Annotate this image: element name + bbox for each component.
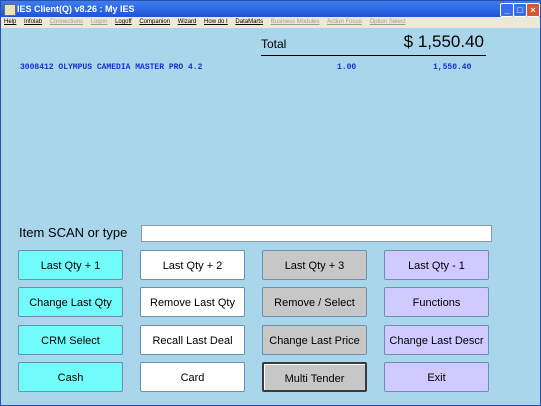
scan-input[interactable] [141, 225, 492, 242]
window-title: IES Client(Q) v8.26 : My IES [17, 4, 135, 14]
total-divider [261, 55, 486, 56]
total-label: Total [261, 37, 287, 51]
menu-help[interactable]: Help [4, 19, 16, 25]
remove-last-qty-button[interactable]: Remove Last Qty [140, 287, 245, 317]
menu-logon: Logon [90, 19, 108, 25]
exit-button[interactable]: Exit [384, 362, 489, 392]
last-qty-minus-1-button[interactable]: Last Qty - 1 [384, 250, 489, 280]
menu-logoff[interactable]: Logoff [115, 19, 132, 25]
total-value: $ 1,550.40 [403, 32, 484, 51]
line-item-amount: 1,550.40 [433, 63, 472, 72]
remove-select-button[interactable]: Remove / Select [262, 287, 367, 317]
maximize-icon[interactable]: □ [513, 3, 527, 17]
change-last-price-button[interactable]: Change Last Price [262, 325, 367, 355]
close-icon[interactable]: × [526, 3, 540, 17]
crm-select-button[interactable]: CRM Select [18, 325, 123, 355]
menu-business-modules: Business Modules [270, 19, 320, 25]
menu-wizard[interactable]: Wizard [178, 19, 197, 25]
menu-how-do-i[interactable]: How do I [204, 19, 228, 25]
menu-infolab[interactable]: Infolab [24, 19, 42, 25]
menu-action-focus: Action Focus [327, 19, 362, 25]
app-window: IES Client(Q) v8.26 : My IES _ □ × Help … [0, 0, 541, 406]
last-qty-plus-1-button[interactable]: Last Qty + 1 [18, 250, 123, 280]
pos-panel: Total $ 1,550.40 3008412 OLYMPUS CAMEDIA… [1, 28, 540, 405]
last-qty-plus-2-button[interactable]: Last Qty + 2 [140, 250, 245, 280]
title-bar: IES Client(Q) v8.26 : My IES _ □ × [1, 1, 540, 17]
cash-button[interactable]: Cash [18, 362, 123, 392]
minimize-icon[interactable]: _ [500, 3, 514, 17]
menu-datamarts[interactable]: DataMarts [235, 19, 263, 25]
line-item-description[interactable]: 3008412 OLYMPUS CAMEDIA MASTER PRO 4.2 [20, 63, 202, 72]
menu-bar: Help Infolab Connections Logon Logoff Co… [1, 17, 540, 28]
multi-tender-button[interactable]: Multi Tender [262, 362, 367, 392]
menu-companion[interactable]: Companion [139, 19, 170, 25]
change-last-descr-button[interactable]: Change Last Descr [384, 325, 489, 355]
scan-label: Item SCAN or type [19, 225, 128, 240]
last-qty-plus-3-button[interactable]: Last Qty + 3 [262, 250, 367, 280]
change-last-qty-button[interactable]: Change Last Qty [18, 287, 123, 317]
menu-option-select: Option Select [369, 19, 406, 25]
functions-button[interactable]: Functions [384, 287, 489, 317]
app-icon [4, 4, 16, 16]
line-item-qty: 1.00 [337, 63, 357, 72]
recall-last-deal-button[interactable]: Recall Last Deal [140, 325, 245, 355]
card-button[interactable]: Card [140, 362, 245, 392]
menu-connections: Connections [49, 19, 84, 25]
